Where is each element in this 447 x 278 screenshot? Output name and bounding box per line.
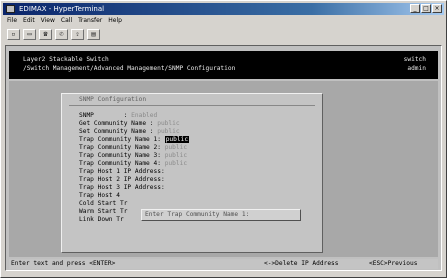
menu-edit[interactable]: Edit	[23, 16, 35, 26]
field-label: Trap Community Name 3:	[79, 152, 165, 159]
header-line-2: /Switch Management/Advanced Management/S…	[23, 65, 236, 72]
status-left: Enter text and press <ENTER>	[11, 260, 116, 267]
field-label: Trap Host 1 IP Address:	[79, 168, 169, 175]
field-value[interactable]: public	[164, 136, 190, 143]
field-label: Trap Host 4	[79, 192, 120, 199]
status-bar: Enter text and press <ENTER> <->Delete I…	[9, 259, 438, 269]
snmp-field-row[interactable]: Trap Community Name 4: public	[79, 160, 187, 168]
menu-transfer[interactable]: Transfer	[78, 16, 102, 26]
send-icon[interactable]: ⇪	[71, 28, 84, 40]
field-label: Get Community Name :	[79, 120, 158, 127]
open-icon[interactable]: ▭	[23, 28, 36, 40]
window-title: EDIMAX - HyperTerminal	[19, 5, 105, 13]
dial-icon[interactable]: ☎	[39, 28, 52, 40]
field-label: Set Community Name :	[79, 128, 158, 135]
app-icon	[6, 5, 15, 13]
field-value[interactable]: Enabled	[131, 112, 157, 119]
minimize-button[interactable]: _	[410, 4, 420, 13]
status-middle: <->Delete IP Address	[264, 260, 339, 267]
snmp-field-row[interactable]: Trap Host 3 IP Address:	[79, 184, 168, 192]
field-label: Trap Community Name 1:	[79, 136, 165, 143]
header-right-1: switch	[403, 56, 426, 63]
properties-icon[interactable]: ▤	[87, 28, 100, 40]
field-label: SNMP :	[79, 112, 132, 119]
panel-divider	[69, 105, 315, 106]
close-button[interactable]: ×	[432, 4, 442, 13]
snmp-field-row[interactable]: Warm Start Tr	[79, 208, 127, 216]
field-label: Trap Community Name 4:	[79, 160, 165, 167]
snmp-field-row[interactable]: Trap Host 1 IP Address:	[79, 168, 168, 176]
field-value[interactable]: public	[157, 128, 179, 135]
field-label: Trap Community Name 2:	[79, 144, 165, 151]
snmp-field-row[interactable]: Trap Community Name 1: public	[79, 136, 190, 144]
menu-bar: File Edit View Call Transfer Help	[3, 16, 122, 26]
snmp-field-row[interactable]: Set Community Name : public	[79, 128, 180, 136]
snmp-field-row[interactable]: Get Community Name : public	[79, 120, 180, 128]
header-line-1: Layer2 Stackable Switch	[23, 56, 109, 63]
input-prompt[interactable]: Enter Trap Community Name 1:	[141, 209, 301, 221]
snmp-field-row[interactable]: Trap Community Name 2: public	[79, 144, 187, 152]
field-label: Trap Host 3 IP Address:	[79, 184, 169, 191]
snmp-field-row[interactable]: Cold Start Tr	[79, 200, 127, 208]
field-value[interactable]: public	[157, 120, 179, 127]
field-value[interactable]: public	[165, 160, 187, 167]
hyperterminal-window: EDIMAX - HyperTerminal _ □ × File Edit V…	[0, 0, 447, 278]
menu-file[interactable]: File	[7, 16, 17, 26]
header-right-2: admin	[407, 65, 426, 72]
field-value[interactable]: public	[165, 152, 187, 159]
status-right: <ESC>Previous	[369, 260, 418, 267]
new-icon[interactable]: ▫	[7, 28, 20, 40]
panel-title: SNMP Configuration	[79, 96, 147, 103]
toolbar: ▫ ▭ ☎ ✆ ⇪ ▤	[3, 27, 447, 41]
hangup-icon[interactable]: ✆	[55, 28, 68, 40]
menu-help[interactable]: Help	[108, 16, 122, 26]
menu-call[interactable]: Call	[61, 16, 72, 26]
maximize-button[interactable]: □	[421, 4, 431, 13]
terminal-header: Layer2 Stackable Switch /Switch Manageme…	[9, 51, 438, 79]
field-label: Cold Start Tr	[79, 200, 128, 207]
title-bar[interactable]: EDIMAX - HyperTerminal _ □ ×	[3, 3, 444, 15]
menu-view[interactable]: View	[41, 16, 55, 26]
snmp-field-row[interactable]: Trap Host 2 IP Address:	[79, 176, 168, 184]
field-label: Trap Host 2 IP Address:	[79, 176, 169, 183]
snmp-field-row[interactable]: Link Down Tr	[79, 216, 124, 224]
field-label: Warm Start Tr	[79, 208, 128, 215]
snmp-field-row[interactable]: Trap Community Name 3: public	[79, 152, 187, 160]
field-label: Link Down Tr	[79, 216, 124, 223]
snmp-field-row[interactable]: SNMP : Enabled	[79, 112, 157, 120]
snmp-field-row[interactable]: Trap Host 4	[79, 192, 120, 200]
field-value[interactable]: public	[165, 144, 187, 151]
